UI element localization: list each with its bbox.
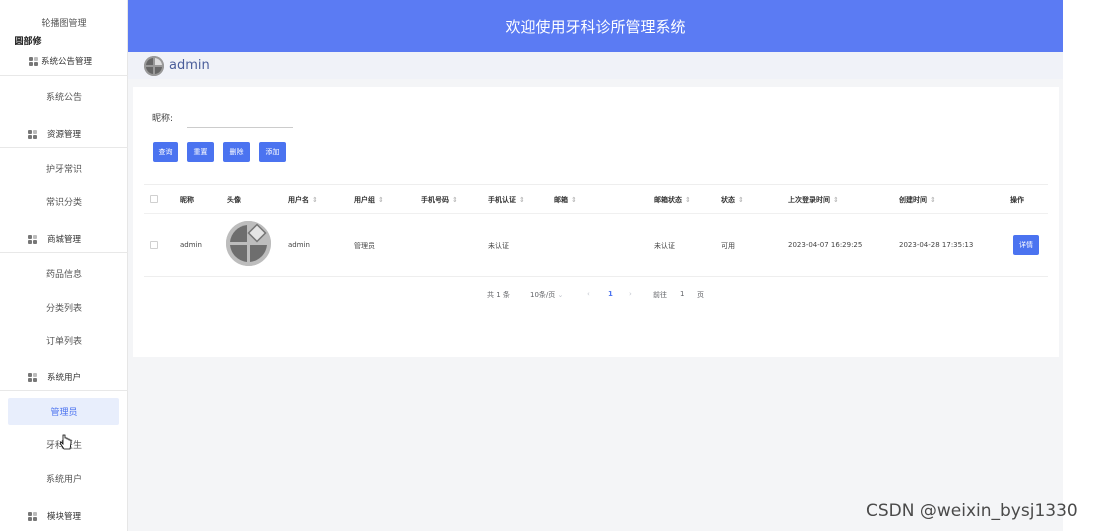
sidebar-group-label: 系统用户 [47, 373, 82, 383]
sidebar-group-system-users[interactable]: 系统用户 [28, 371, 81, 383]
group-icon [28, 511, 37, 521]
nickname-label: 昵称: [152, 114, 174, 124]
page-number-current[interactable]: 1 [608, 290, 613, 298]
sidebar-item-admin[interactable]: 管理员 [0, 405, 128, 418]
page-suffix: 页 [697, 291, 704, 299]
app-header: 欢迎使用牙科诊所管理系统 [128, 0, 1063, 52]
username-label[interactable]: admin [169, 58, 210, 73]
sidebar-group-modules[interactable]: 模块管理 [28, 510, 81, 522]
col-header-email-status[interactable]: 邮箱状态 ⇕ [654, 195, 691, 205]
col-header-group[interactable]: 用户组 ⇕ [354, 195, 384, 205]
col-header-last-login[interactable]: 上次登录时间 ⇕ [788, 195, 839, 205]
sidebar-group-label: 系统公告管理 [41, 57, 93, 67]
user-avatar [226, 221, 271, 266]
col-header-created[interactable]: 创建时间 ⇕ [899, 195, 936, 205]
detail-button[interactable]: 详情 [1013, 235, 1039, 255]
select-all-checkbox[interactable] [150, 195, 158, 203]
goto-page-input[interactable]: 1 [680, 290, 684, 298]
cell-created: 2023-04-28 17:35:13 [899, 241, 974, 249]
delete-button[interactable]: 删除 [223, 142, 250, 162]
table-header-divider [144, 213, 1048, 214]
cell-last-login: 2023-04-07 16:29:25 [788, 241, 863, 249]
avatar[interactable] [144, 55, 164, 76]
col-header-phone[interactable]: 手机号码 ⇕ [421, 195, 458, 205]
sidebar-group-resources[interactable]: 资源管理 [28, 128, 81, 140]
row-checkbox[interactable] [150, 241, 158, 249]
sidebar-item-system-user[interactable]: 系统用户 [0, 472, 128, 485]
sidebar-group-announcements[interactable]: 系统公告管理 [29, 55, 92, 67]
col-header-actions: 操作 [1010, 196, 1024, 204]
prev-page-icon[interactable]: ‹ [587, 290, 590, 298]
cell-email-status: 未认证 [654, 242, 675, 250]
sidebar-glitch-text: 圆部修 [14, 37, 42, 47]
divider [0, 147, 128, 148]
sidebar-item-medicine[interactable]: 药品信息 [0, 267, 128, 280]
col-header-username[interactable]: 用户名 ⇕ [288, 195, 318, 205]
sidebar-item-announcement[interactable]: 系统公告 [0, 90, 128, 103]
col-header-email[interactable]: 邮箱 ⇕ [554, 195, 577, 205]
divider [0, 390, 128, 391]
col-header-phone-auth[interactable]: 手机认证 ⇕ [488, 195, 525, 205]
hand-cursor-icon [60, 434, 72, 450]
cell-group: 管理员 [354, 242, 375, 250]
sidebar-item-order-list[interactable]: 订单列表 [0, 334, 128, 347]
add-button[interactable]: 添加 [259, 142, 286, 162]
cell-phone-auth: 未认证 [488, 242, 509, 250]
sidebar-group-label: 商城管理 [47, 235, 82, 245]
sidebar-item-tip-category[interactable]: 常识分类 [0, 195, 128, 208]
watermark: CSDN @weixin_bysj1330 [866, 501, 1078, 521]
divider [0, 75, 128, 76]
next-page-icon[interactable]: › [629, 290, 632, 298]
app-title: 欢迎使用牙科诊所管理系统 [505, 17, 686, 36]
avatar-icon [226, 221, 271, 266]
col-header-status[interactable]: 状态 ⇕ [721, 195, 744, 205]
group-icon [28, 129, 37, 139]
divider [0, 252, 128, 253]
pagination-total: 共 1 条 [487, 291, 510, 299]
group-icon [29, 56, 38, 66]
cell-username: admin [288, 241, 310, 249]
avatar-icon [144, 55, 164, 76]
sidebar-item-category-list[interactable]: 分类列表 [0, 301, 128, 314]
sidebar-group-shop[interactable]: 商城管理 [28, 233, 81, 245]
sidebar-item-dental-tips[interactable]: 护牙常识 [0, 162, 128, 175]
sidebar-group-label: 模块管理 [47, 512, 82, 522]
col-header-avatar: 头像 [227, 196, 241, 204]
sidebar: 轮播图管理 圆部修 系统公告管理 系统公告 资源管理 护牙常识 常识分类 商城管… [0, 0, 128, 531]
group-icon [28, 234, 37, 244]
query-button[interactable]: 查询 [153, 142, 178, 162]
group-icon [28, 372, 37, 382]
reset-button[interactable]: 重置 [187, 142, 214, 162]
user-bar: admin [128, 52, 1063, 79]
page-size-select[interactable]: 10条/页 ⌄ [530, 290, 563, 300]
sidebar-item-carousel[interactable]: 轮播图管理 [0, 16, 128, 29]
col-header-nickname[interactable]: 昵称 [180, 195, 194, 205]
cell-nickname: admin [180, 241, 202, 249]
cell-status: 可用 [721, 242, 735, 250]
goto-label: 前往 [653, 291, 667, 299]
nickname-input[interactable] [187, 108, 293, 128]
sidebar-group-label: 资源管理 [47, 130, 82, 140]
